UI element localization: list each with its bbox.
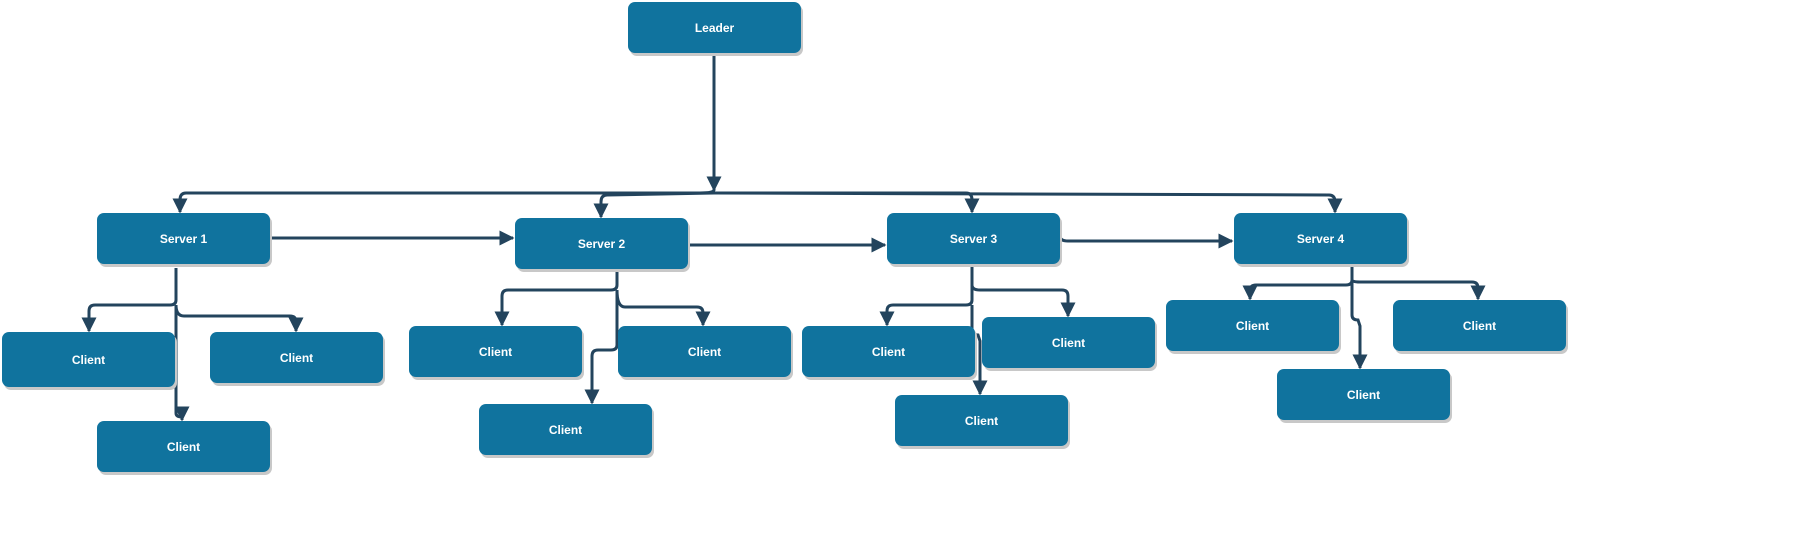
server-1-to-client-right-edge [174,304,304,333]
server-1-to-client-left-edge [81,268,178,333]
client-node[interactable]: Client [409,326,582,377]
client-node[interactable]: Client [1166,300,1339,351]
client-node[interactable]: Client [1393,300,1566,351]
client-node[interactable]: Client [210,332,383,383]
server-3-node[interactable]: Server 3 [887,213,1060,264]
server-1-to-client-bottom-edge [174,305,190,422]
server-1-node[interactable]: Server 1 [97,213,270,264]
client-node[interactable]: Client [618,326,791,377]
server-2-to-client-right-edge [615,289,711,327]
server-3-to-server-4-edge [1058,233,1234,249]
server-4-to-client-right-edge [1350,279,1486,301]
client-node[interactable]: Client [97,421,270,472]
server-2-node[interactable]: Server 2 [515,218,688,269]
server-4-to-client-bottom-edge [1350,282,1368,370]
server-2-to-client-bottom-edge [584,290,619,405]
bus-to-server-3-edge [714,191,980,214]
bus-to-server-4-edge [713,191,1343,214]
server-4-node[interactable]: Server 4 [1234,213,1407,264]
client-node[interactable]: Client [982,317,1155,368]
server-3-to-client-right-edge [970,284,1076,318]
server-4-to-client-left-edge [1242,264,1354,301]
client-node[interactable]: Client [1277,369,1450,420]
bus-to-server-2-edge [593,191,715,219]
client-node[interactable]: Client [479,404,652,455]
client-node[interactable]: Client [2,332,175,387]
server-2-to-client-left-edge [494,269,619,327]
client-node[interactable]: Client [802,326,975,377]
client-node[interactable]: Client [895,395,1068,446]
edges-layer [81,53,1486,422]
leader-node[interactable]: Leader [628,2,801,53]
server-3-to-client-left-edge [879,264,974,327]
